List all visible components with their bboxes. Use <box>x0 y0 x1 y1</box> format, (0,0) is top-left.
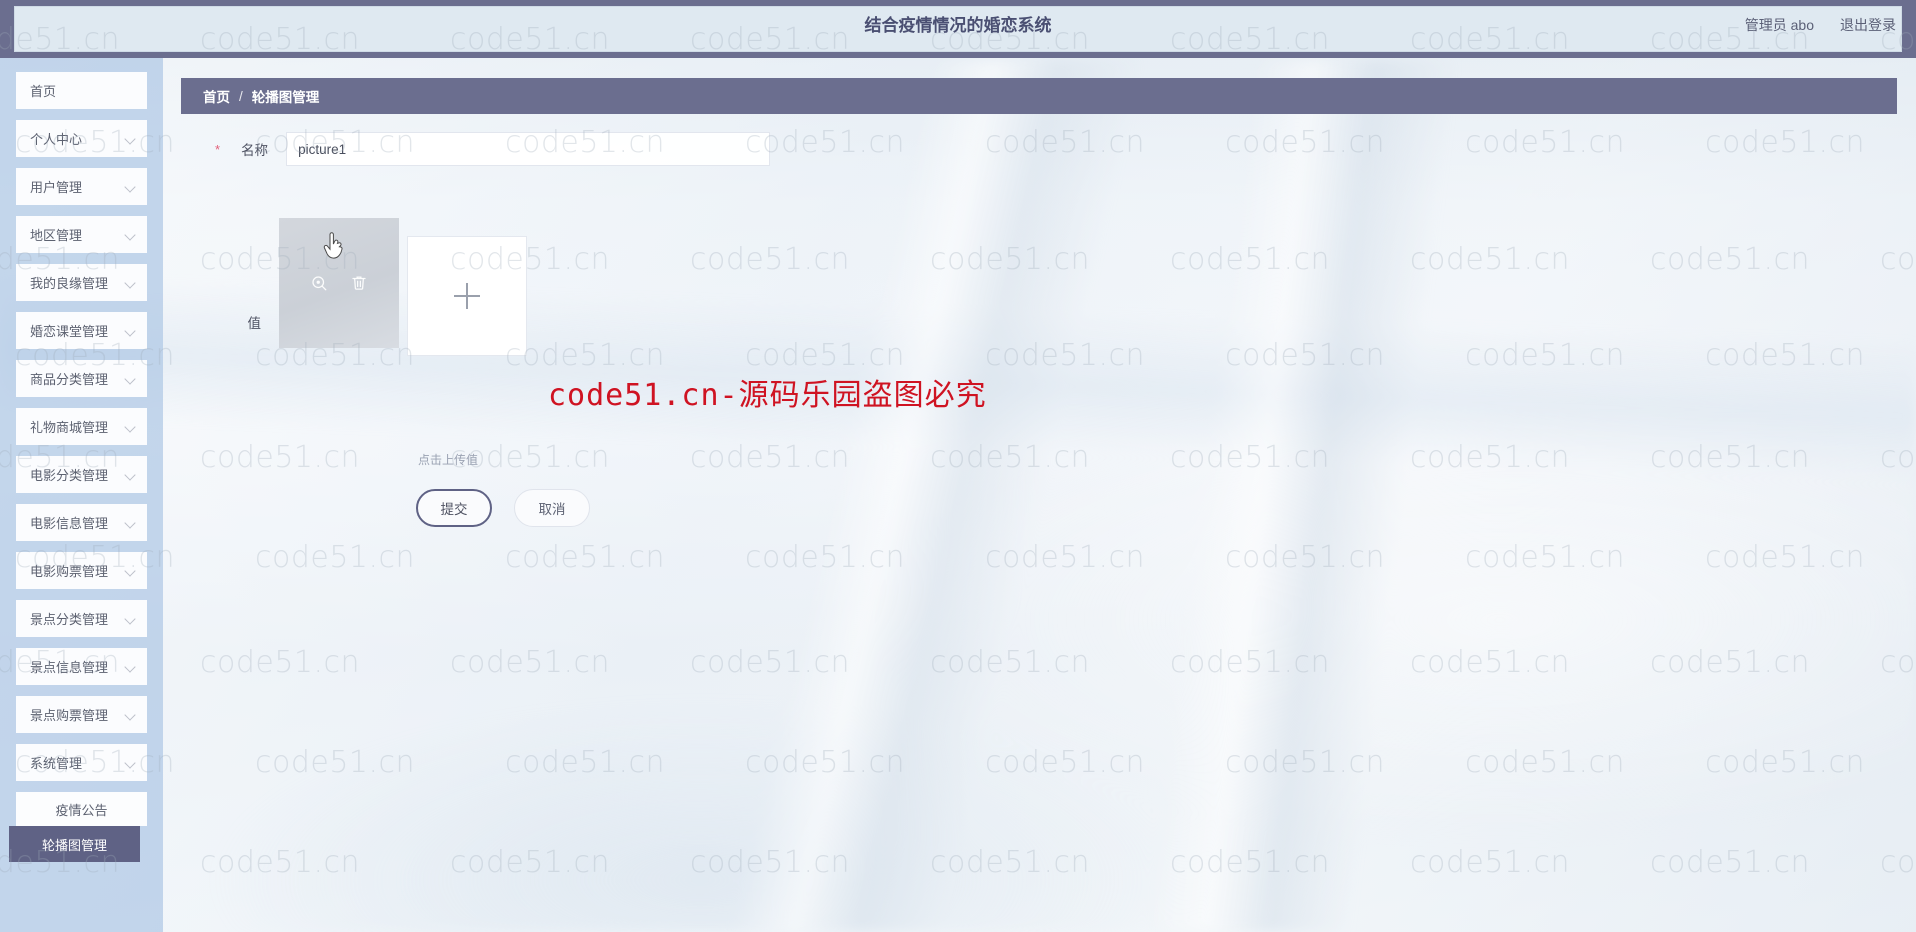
sidebar-item-4[interactable]: 我的良缘管理 <box>16 264 147 301</box>
main-content: 首页 / 轮播图管理 * 名称 值 <box>163 58 1916 932</box>
breadcrumb-home[interactable]: 首页 <box>203 86 230 106</box>
chevron-down-icon <box>125 469 137 481</box>
chevron-down-icon <box>125 277 137 289</box>
header-user-area: 管理员 abo 退出登录 <box>1745 15 1896 35</box>
sidebar-item-label: 用户管理 <box>30 180 83 195</box>
chevron-down-icon <box>125 661 137 673</box>
sidebar-item-2[interactable]: 用户管理 <box>16 168 147 205</box>
sidebar-item-1[interactable]: 个人中心 <box>16 120 147 157</box>
upload-list <box>279 218 527 356</box>
chevron-down-icon <box>125 325 137 337</box>
chevron-down-icon <box>125 613 137 625</box>
sidebar-item-3[interactable]: 地区管理 <box>16 216 147 253</box>
sidebar-item-label: 系统管理 <box>30 756 83 771</box>
sidebar-item-8[interactable]: 电影分类管理 <box>16 456 147 493</box>
sidebar-item-5[interactable]: 婚恋课堂管理 <box>16 312 147 349</box>
sidebar-item-14[interactable]: 系统管理 <box>16 744 147 781</box>
upload-add-button[interactable] <box>407 236 527 356</box>
form-row-name: * 名称 <box>215 132 771 166</box>
chevron-down-icon <box>125 565 137 577</box>
sidebar-item-label: 景点信息管理 <box>30 660 109 675</box>
sidebar-item-label: 我的良缘管理 <box>30 276 109 291</box>
admin-name-label: 管理员 abo <box>1744 17 1814 33</box>
sidebar-item-9[interactable]: 电影信息管理 <box>16 504 147 541</box>
sidebar-item-10[interactable]: 电影购票管理 <box>16 552 147 589</box>
chevron-down-icon <box>125 181 137 193</box>
cancel-button[interactable]: 取消 <box>514 489 590 527</box>
sidebar-item-label: 婚恋课堂管理 <box>30 324 109 339</box>
sidebar[interactable]: 首页个人中心用户管理地区管理我的良缘管理 婚恋课堂管理 商品分类管理 礼物商城管理 电影… <box>0 58 163 932</box>
sidebar-item-label: 景点购票管理 <box>30 708 109 723</box>
chevron-down-icon <box>125 373 137 385</box>
name-input[interactable] <box>286 132 771 166</box>
top-header-bar: 结合疫情情况的婚恋系统 管理员 abo 退出登录 <box>0 0 1916 58</box>
submit-button[interactable]: 提交 <box>416 489 492 527</box>
sidebar-submenu: 疫情公告 轮播图管理 <box>0 792 163 862</box>
chevron-down-icon <box>125 133 137 145</box>
page-title: 结合疫情情况的婚恋系统 <box>864 16 1052 35</box>
sidebar-item-12[interactable]: 景点信息管理 <box>16 648 147 685</box>
plus-icon <box>454 283 480 309</box>
sidebar-subitem-1[interactable]: 轮播图管理 <box>9 826 140 862</box>
sidebar-item-label: 个人中心 <box>30 132 83 147</box>
sidebar-item-label: 首页 <box>30 84 57 99</box>
form-actions: 提交 取消 <box>416 489 590 527</box>
chevron-down-icon <box>125 757 137 769</box>
sidebar-item-label: 电影信息管理 <box>30 516 109 531</box>
breadcrumb: 首页 / 轮播图管理 <box>181 78 1897 114</box>
sidebar-item-label: 景点分类管理 <box>30 612 109 627</box>
sidebar-subitem-0[interactable]: 疫情公告 <box>16 792 147 826</box>
zoom-in-icon[interactable] <box>310 274 328 292</box>
sidebar-item-6[interactable]: 商品分类管理 <box>16 360 147 397</box>
value-field-label: 值 <box>247 316 262 331</box>
name-field-label: 名称 <box>241 143 269 158</box>
breadcrumb-current: 轮播图管理 <box>251 90 320 105</box>
uploaded-image-thumbnail[interactable] <box>279 218 399 348</box>
sidebar-item-label: 商品分类管理 <box>30 372 109 387</box>
form-row-value: 值 <box>215 218 527 356</box>
upload-hint-text: 点击上传值 <box>418 453 479 467</box>
trash-icon[interactable] <box>350 274 368 292</box>
sidebar-item-7[interactable]: 礼物商城管理 <box>16 408 147 445</box>
sidebar-item-label: 电影分类管理 <box>30 468 109 483</box>
required-asterisk-icon: * <box>215 141 221 157</box>
sidebar-item-0[interactable]: 首页 <box>16 72 147 109</box>
sidebar-item-label: 地区管理 <box>30 228 83 243</box>
thumbnail-actions <box>279 274 399 292</box>
app-root: code51.cncode51.cncode51.cncode51.cncode… <box>0 0 1916 932</box>
chevron-down-icon <box>125 421 137 433</box>
chevron-down-icon <box>125 229 137 241</box>
breadcrumb-separator: / <box>239 88 243 104</box>
sidebar-item-11[interactable]: 景点分类管理 <box>16 600 147 637</box>
sidebar-item-13[interactable]: 景点购票管理 <box>16 696 147 733</box>
sidebar-menu: 首页个人中心用户管理地区管理我的良缘管理 婚恋课堂管理 商品分类管理 礼物商城管理 电影… <box>0 58 163 862</box>
sidebar-item-label: 礼物商城管理 <box>30 420 109 435</box>
chevron-down-icon <box>125 517 137 529</box>
logout-link[interactable]: 退出登录 <box>1840 15 1896 35</box>
sidebar-item-label: 电影购票管理 <box>30 564 109 579</box>
chevron-down-icon <box>125 709 137 721</box>
